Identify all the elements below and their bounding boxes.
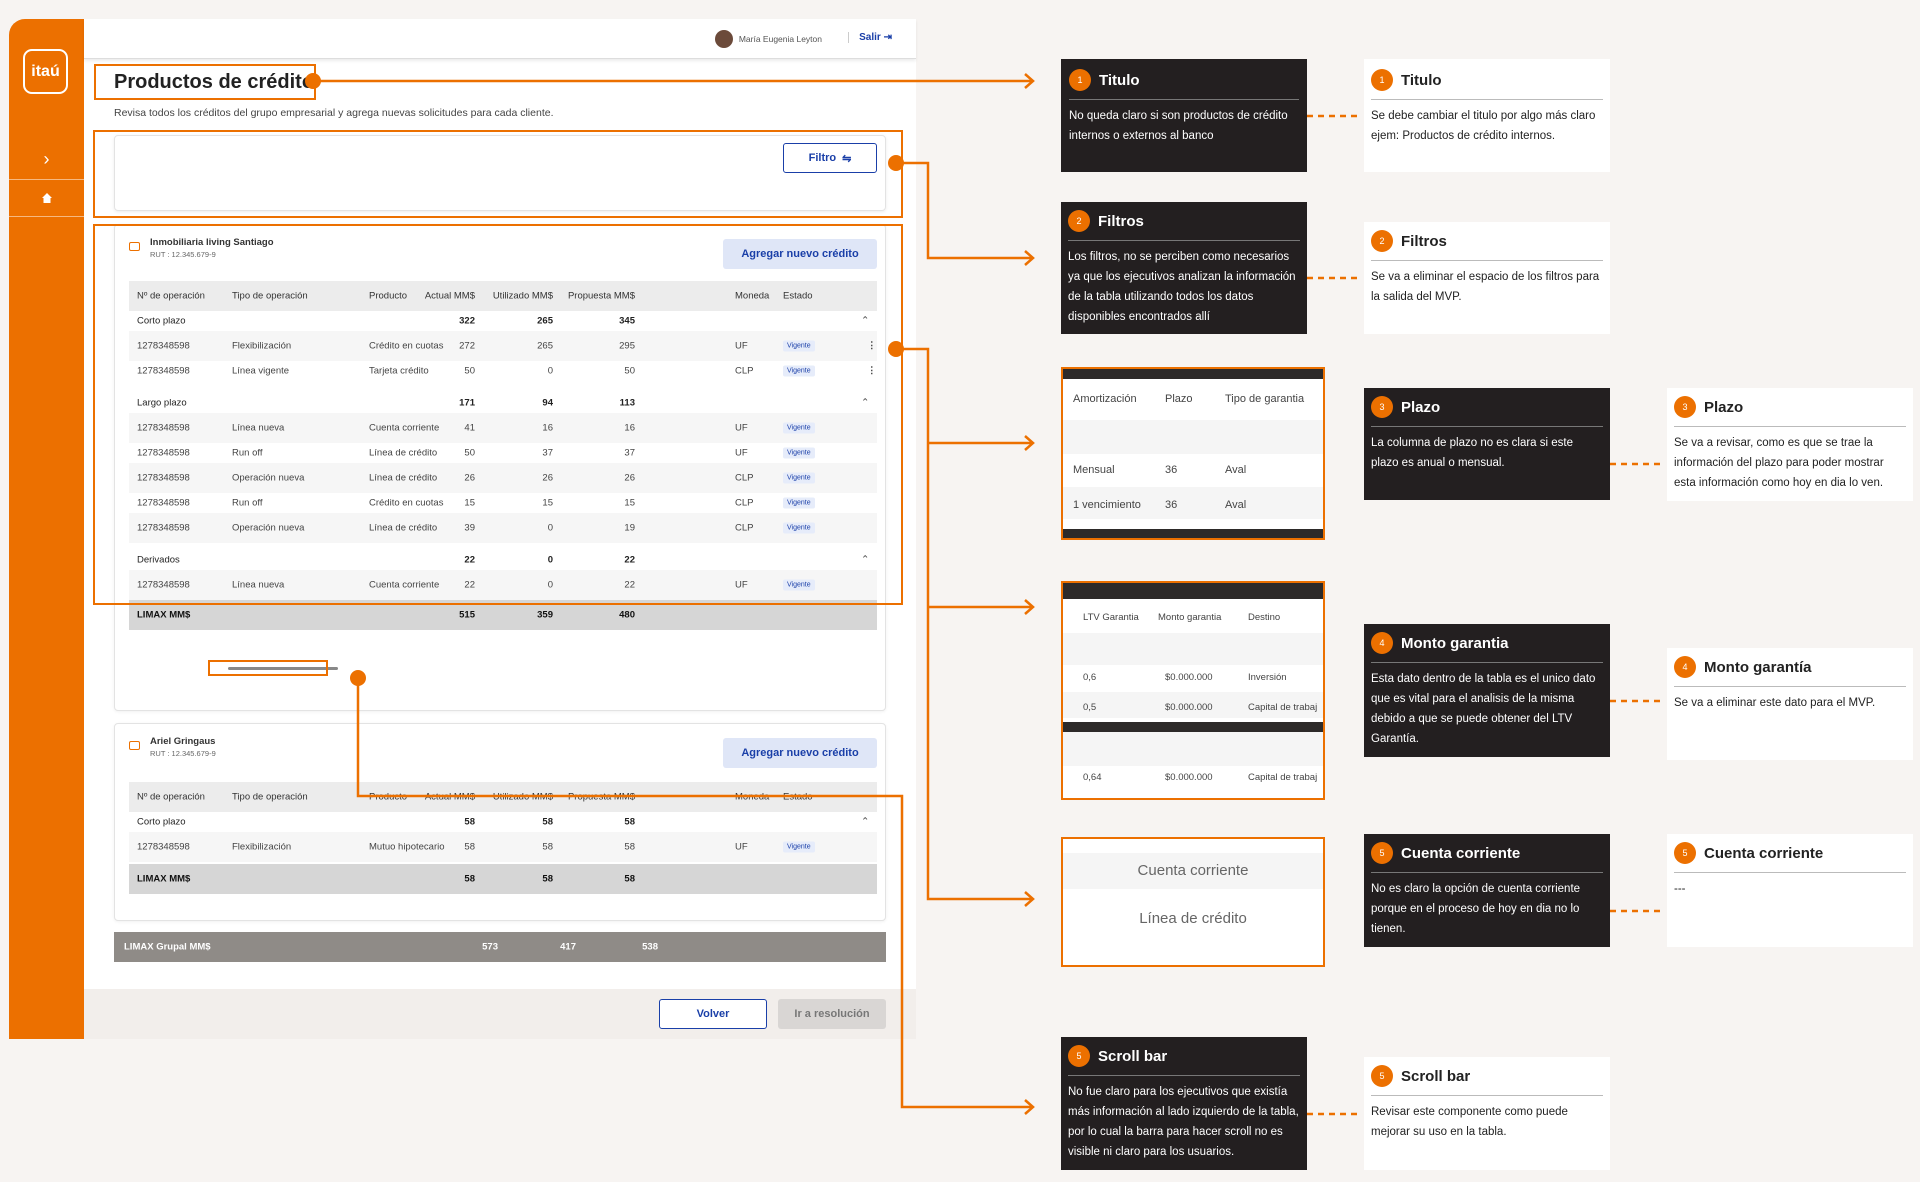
finding-text: No fue claro para los ejecutivos que exi…	[1068, 1086, 1299, 1158]
excerpt-cell: Capital de trabaj	[1248, 772, 1318, 783]
solution-text: Se va a revisar, como es que se trae la …	[1674, 437, 1884, 489]
finding-title: Titulo	[1099, 71, 1140, 89]
solution-text: ---	[1674, 883, 1686, 895]
excerpt-cell: 0,5	[1083, 702, 1097, 713]
excerpt-header: Amortización	[1073, 393, 1137, 405]
excerpt-option: Cuenta corriente	[1137, 862, 1249, 879]
solution-text: Se va a eliminar el espacio de los filtr…	[1371, 271, 1600, 303]
excerpt-cell: 1 vencimiento	[1073, 499, 1141, 511]
finding-card: 1 Titulo No queda claro si son productos …	[1061, 59, 1307, 172]
finding-text: Esta dato dentro de la tabla es el unico…	[1371, 673, 1596, 745]
finding-card: 4 Monto garantia Esta dato dentro de la t…	[1364, 624, 1610, 757]
excerpt-cell: Aval	[1225, 464, 1247, 476]
excerpt-cell: Aval	[1225, 499, 1247, 511]
solution-title: Scroll bar	[1401, 1067, 1471, 1085]
connector-lines	[305, 73, 1663, 1116]
finding-title: Scroll bar	[1098, 1047, 1168, 1065]
excerpt-cell: 0,6	[1083, 672, 1097, 683]
solution-text: Se debe cambiar el titulo por algo más c…	[1371, 110, 1596, 142]
cuenta-excerpt: Cuenta corriente Línea de crédito	[1061, 837, 1325, 967]
excerpt-cell: 0,64	[1083, 772, 1102, 783]
finding-text: Los filtros, no se perciben como necesar…	[1068, 251, 1296, 323]
finding-title: Filtros	[1098, 212, 1144, 230]
solution-text: Revisar este componente como puede mejor…	[1371, 1106, 1568, 1138]
solution-title: Monto garantía	[1704, 658, 1812, 676]
garantia-excerpt: LTV Garantia Monto garantia Destino 0,6 …	[1061, 581, 1325, 800]
solution-card: 4 Monto garantía Se va a eliminar este da…	[1667, 648, 1913, 760]
finding-title: Cuenta corriente	[1401, 844, 1521, 862]
plazo-excerpt: Amortización Plazo Tipo de garantia Mens…	[1061, 367, 1325, 540]
finding-card: 3 Plazo La columna de plazo no es clara s…	[1364, 388, 1610, 500]
excerpt-cell: Inversión	[1248, 672, 1287, 683]
finding-title: Monto garantia	[1401, 634, 1509, 652]
solution-text: Se va a eliminar este dato para el MVP.	[1674, 697, 1876, 709]
solution-card: 2 Filtros Se va a eliminar el espacio de …	[1364, 222, 1610, 334]
excerpt-header: Destino	[1248, 612, 1281, 623]
excerpt-header: Tipo de garantia	[1225, 393, 1305, 405]
finding-text: No queda claro si son productos de crédi…	[1069, 110, 1288, 142]
excerpt-cell: $0.000.000	[1165, 702, 1213, 713]
excerpt-header: Plazo	[1165, 393, 1193, 405]
finding-text: No es claro la opción de cuenta corrient…	[1371, 883, 1581, 935]
solution-title: Plazo	[1704, 398, 1744, 416]
excerpt-cell: $0.000.000	[1165, 672, 1213, 683]
excerpt-option: Línea de crédito	[1139, 910, 1247, 927]
finding-card: 5 Cuenta corriente No es claro la opción …	[1364, 834, 1610, 947]
solution-card: 5 Scroll bar Revisar este componente como…	[1364, 1057, 1610, 1170]
finding-card: 5 Scroll bar No fue claro para los ejecut…	[1061, 1037, 1307, 1170]
finding-text: La columna de plazo no es clara si este …	[1371, 437, 1574, 469]
excerpt-cell: 36	[1165, 499, 1178, 511]
solution-title: Filtros	[1401, 232, 1447, 250]
solution-title: Titulo	[1401, 71, 1442, 89]
excerpt-cell: Capital de trabaj	[1248, 702, 1318, 713]
solution-title: Cuenta corriente	[1704, 844, 1824, 862]
solution-card: 1 Titulo Se debe cambiar el titulo por al…	[1364, 59, 1610, 172]
excerpt-cell: Mensual	[1073, 464, 1115, 476]
excerpt-cell: 36	[1165, 464, 1178, 476]
excerpt-header: LTV Garantia	[1083, 612, 1139, 623]
finding-card: 2 Filtros Los filtros, no se perciben com…	[1061, 202, 1307, 334]
excerpt-header: Monto garantia	[1158, 612, 1222, 623]
excerpt-cell: $0.000.000	[1165, 772, 1213, 783]
solution-card: 5 Cuenta corriente ---	[1667, 834, 1913, 947]
finding-title: Plazo	[1401, 398, 1441, 416]
solution-card: 3 Plazo Se va a revisar, como es que se t…	[1667, 388, 1913, 501]
